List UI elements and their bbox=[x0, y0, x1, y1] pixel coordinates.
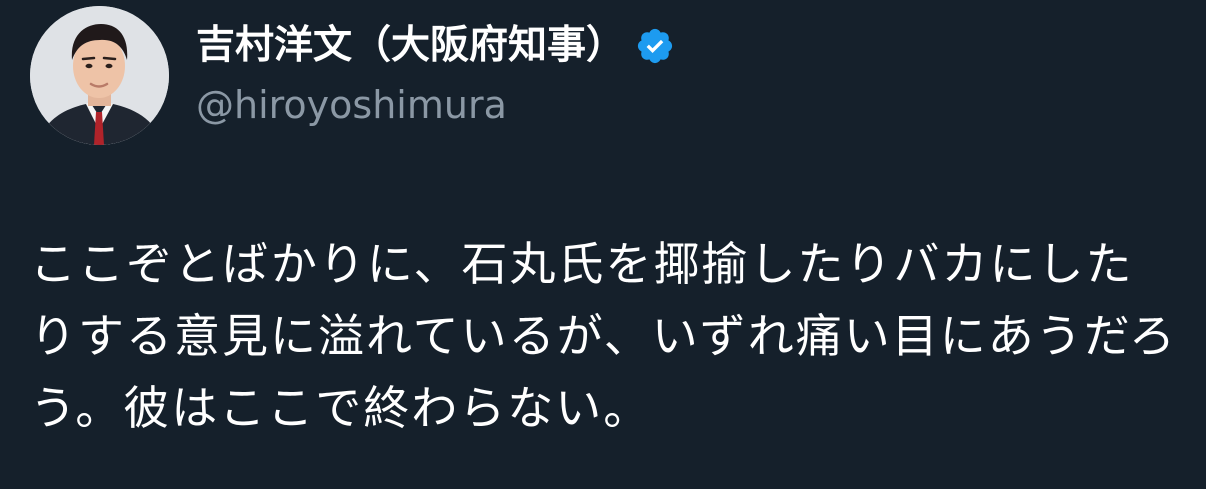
display-name[interactable]: 吉村洋文（大阪府知事） bbox=[196, 20, 625, 72]
author-handle[interactable]: @hiroyoshimura bbox=[196, 80, 507, 130]
verified-badge-icon bbox=[633, 24, 677, 68]
avatar[interactable] bbox=[30, 6, 169, 145]
author-name-row: 吉村洋文（大阪府知事） bbox=[196, 20, 677, 72]
tweet-card: 吉村洋文（大阪府知事） @hiroyoshimura ここぞとばかりに、石丸氏を… bbox=[0, 0, 1206, 489]
tweet-text: ここぞとばかりに、石丸氏を揶揄したりバカにしたりする意見に溢れているが、いずれ痛… bbox=[30, 237, 1177, 435]
profile-photo bbox=[30, 6, 169, 145]
